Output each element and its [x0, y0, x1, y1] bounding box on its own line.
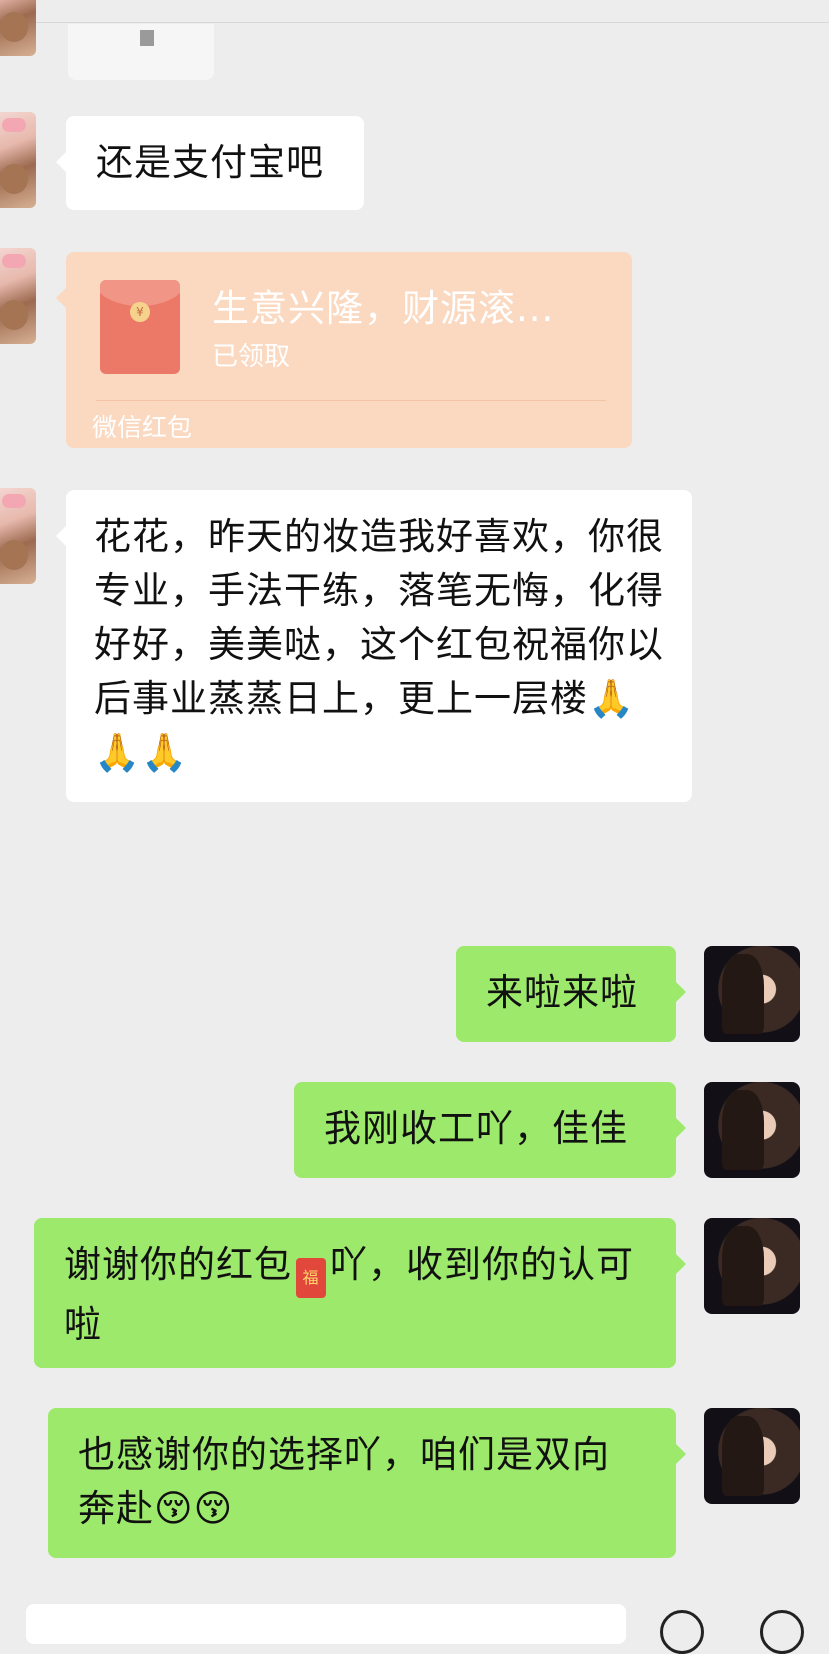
- red-packet-title: 生意兴隆，财源滚...: [212, 287, 555, 330]
- bow-decoration: [2, 118, 26, 132]
- bear-decoration: [0, 12, 28, 42]
- outgoing-message-bubble[interactable]: 谢谢你的红包福吖，收到你的认可啦: [34, 1218, 686, 1368]
- user-avatar[interactable]: [704, 1218, 800, 1314]
- bow-decoration: [2, 254, 26, 268]
- user-avatar[interactable]: [704, 1082, 800, 1178]
- message-text-part: 谢谢你的红包: [64, 1243, 292, 1286]
- user-avatar[interactable]: [704, 1408, 800, 1504]
- contact-avatar[interactable]: [0, 488, 36, 584]
- red-packet-card[interactable]: ¥ 生意兴隆，财源滚... 已领取 微信红包: [56, 252, 632, 448]
- red-packet-status: 已领取: [212, 342, 291, 372]
- header-divider: [0, 22, 829, 23]
- contact-avatar[interactable]: [0, 0, 36, 56]
- message-text: 也感谢你的选择吖，咱们是双向奔赴😚😚: [78, 1433, 610, 1530]
- bear-decoration: [0, 300, 28, 330]
- bear-decoration: [0, 540, 28, 570]
- red-envelope-emoji-icon: 福: [296, 1258, 326, 1298]
- avatar-hair: [722, 954, 764, 1034]
- red-packet-label: 微信红包: [92, 413, 193, 442]
- contact-avatar[interactable]: [0, 112, 36, 208]
- avatar-hair: [722, 1226, 764, 1306]
- message-text: 花花，昨天的妆造我好喜欢，你很专业，手法干练，落笔无悔，化得好好，美美哒，这个红…: [94, 515, 664, 774]
- message-text: 我刚收工吖，佳佳: [324, 1107, 628, 1150]
- incoming-message-bubble[interactable]: 花花，昨天的妆造我好喜欢，你很专业，手法干练，落笔无悔，化得好好，美美哒，这个红…: [56, 490, 692, 802]
- bow-decoration: [2, 494, 26, 508]
- envelope-seal: ¥: [130, 302, 150, 322]
- avatar-hair: [722, 1416, 764, 1496]
- user-avatar[interactable]: [704, 946, 800, 1042]
- outgoing-message-bubble[interactable]: 来啦来啦: [456, 946, 686, 1042]
- incoming-message-bubble[interactable]: 还是支付宝吧: [56, 116, 364, 210]
- message-text: 来啦来啦: [486, 971, 638, 1014]
- outgoing-message-bubble[interactable]: 也感谢你的选择吖，咱们是双向奔赴😚😚: [48, 1408, 686, 1558]
- more-button[interactable]: [760, 1610, 804, 1654]
- message-text: 还是支付宝吧: [96, 141, 324, 184]
- blurred-message-bubble: [68, 24, 214, 80]
- blur-pixel: [140, 30, 154, 46]
- bear-decoration: [0, 164, 28, 194]
- outgoing-message-bubble[interactable]: 我刚收工吖，佳佳: [294, 1082, 686, 1178]
- red-envelope-icon: ¥: [100, 280, 180, 374]
- contact-avatar[interactable]: [0, 248, 36, 344]
- emoji-button[interactable]: [660, 1610, 704, 1654]
- message-input[interactable]: [26, 1604, 626, 1644]
- avatar-hair: [722, 1090, 764, 1170]
- red-packet-divider: [96, 400, 606, 401]
